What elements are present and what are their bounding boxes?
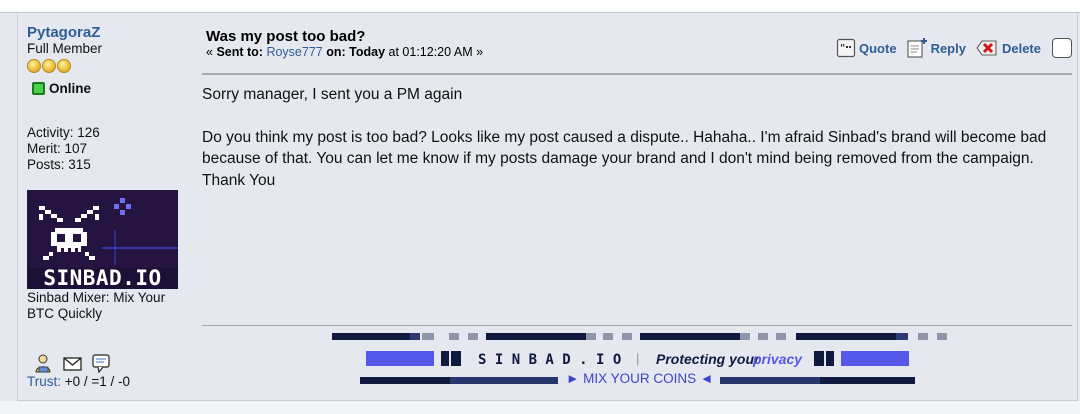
delete-label: Delete xyxy=(1001,40,1041,56)
delete-icon xyxy=(976,40,997,56)
activity-stat: Activity: 126 xyxy=(27,125,100,140)
star-icon xyxy=(27,59,41,73)
sig-bottom-right-fade xyxy=(720,377,820,384)
sig-brand: S I N B A D . I O xyxy=(478,352,621,368)
post-actions: " Quote Reply Delete xyxy=(836,36,1072,60)
star-icon xyxy=(57,59,71,73)
sig-left-tick xyxy=(451,351,461,366)
signature-banner[interactable]: S I N B A D . I O | Protecting your priv… xyxy=(200,330,1074,390)
post-subject[interactable]: Was my post too bad? xyxy=(206,28,365,45)
online-icon xyxy=(32,81,45,95)
merit-stat: Merit: 107 xyxy=(27,141,88,156)
sent-info: « Sent to: Royse777 on: Today at 01:12:2… xyxy=(206,45,483,59)
sig-right-tick xyxy=(814,351,824,366)
profile-icons xyxy=(33,353,112,374)
quote-icon: " xyxy=(836,38,856,58)
bottom-strip xyxy=(0,401,1080,414)
post-body: Sorry manager, I sent you a PM again Do … xyxy=(202,84,1062,191)
delete-button[interactable]: Delete xyxy=(975,38,1041,58)
right-border xyxy=(1077,13,1078,414)
quote-button[interactable]: " Quote xyxy=(836,38,897,58)
sent-to-label: Sent to: xyxy=(216,45,263,59)
sig-sub-line: ► MIX YOUR COINS ◄ xyxy=(566,371,713,386)
signature-divider xyxy=(202,325,1072,326)
post-paragraph: Sorry manager, I sent you a PM again xyxy=(202,86,463,103)
sig-bottom-left-fade xyxy=(450,377,558,384)
sig-separator: | xyxy=(636,351,639,366)
trust-line: Trust: +0 / =1 / -0 xyxy=(27,374,130,390)
sig-tagline-highlight: privacy xyxy=(752,351,803,367)
post-paragraph: Do you think my post is too bad? Looks l… xyxy=(202,128,1047,189)
online-status: Online xyxy=(32,79,187,97)
poster-rank: Full Member xyxy=(27,41,103,56)
online-label: Online xyxy=(49,80,92,96)
on-label: on: xyxy=(326,45,346,59)
sig-left-tick xyxy=(441,351,449,366)
sig-tagline: Protecting your xyxy=(656,351,761,367)
left-border xyxy=(17,13,18,414)
quote-label: Quote xyxy=(859,40,897,56)
sig-left-block xyxy=(366,351,434,366)
poster-stats: Activity: 126 Merit: 107 Posts: 315 xyxy=(27,125,100,173)
top-strip xyxy=(0,0,1080,13)
reply-icon xyxy=(907,38,927,58)
trust-link[interactable]: Trust: xyxy=(27,374,61,389)
email-icon[interactable] xyxy=(62,353,83,374)
reply-button[interactable]: Reply xyxy=(906,37,966,59)
poster-info: PytagoraZ Full Member Online xyxy=(27,24,187,97)
trust-value: +0 / =1 / -0 xyxy=(61,374,131,389)
sig-right-block xyxy=(841,351,909,366)
avatar: SINBAD.IO xyxy=(27,190,178,289)
rank-stars xyxy=(27,59,187,75)
sent-prefix: « xyxy=(206,45,217,59)
select-checkbox[interactable] xyxy=(1052,38,1072,58)
posts-stat: Posts: 315 xyxy=(27,157,91,172)
recipient-link[interactable]: Royse777 xyxy=(266,45,322,59)
sig-top-bars xyxy=(332,333,947,340)
sig-right-tick xyxy=(826,351,834,366)
avatar-caption: SINBAD.IO xyxy=(43,266,162,289)
sent-date: Today xyxy=(349,45,386,59)
reply-label: Reply xyxy=(930,40,966,56)
star-icon xyxy=(42,59,56,73)
svg-text:": " xyxy=(840,43,845,54)
sent-time: at 01:12:20 AM » xyxy=(388,45,484,59)
header-divider xyxy=(202,73,1072,75)
poster-name-link[interactable]: PytagoraZ xyxy=(27,24,187,41)
personal-text: Sinbad Mixer: Mix Your BTC Quickly xyxy=(27,290,166,321)
profile-icon[interactable] xyxy=(33,353,54,374)
personal-message-icon[interactable] xyxy=(91,353,112,374)
